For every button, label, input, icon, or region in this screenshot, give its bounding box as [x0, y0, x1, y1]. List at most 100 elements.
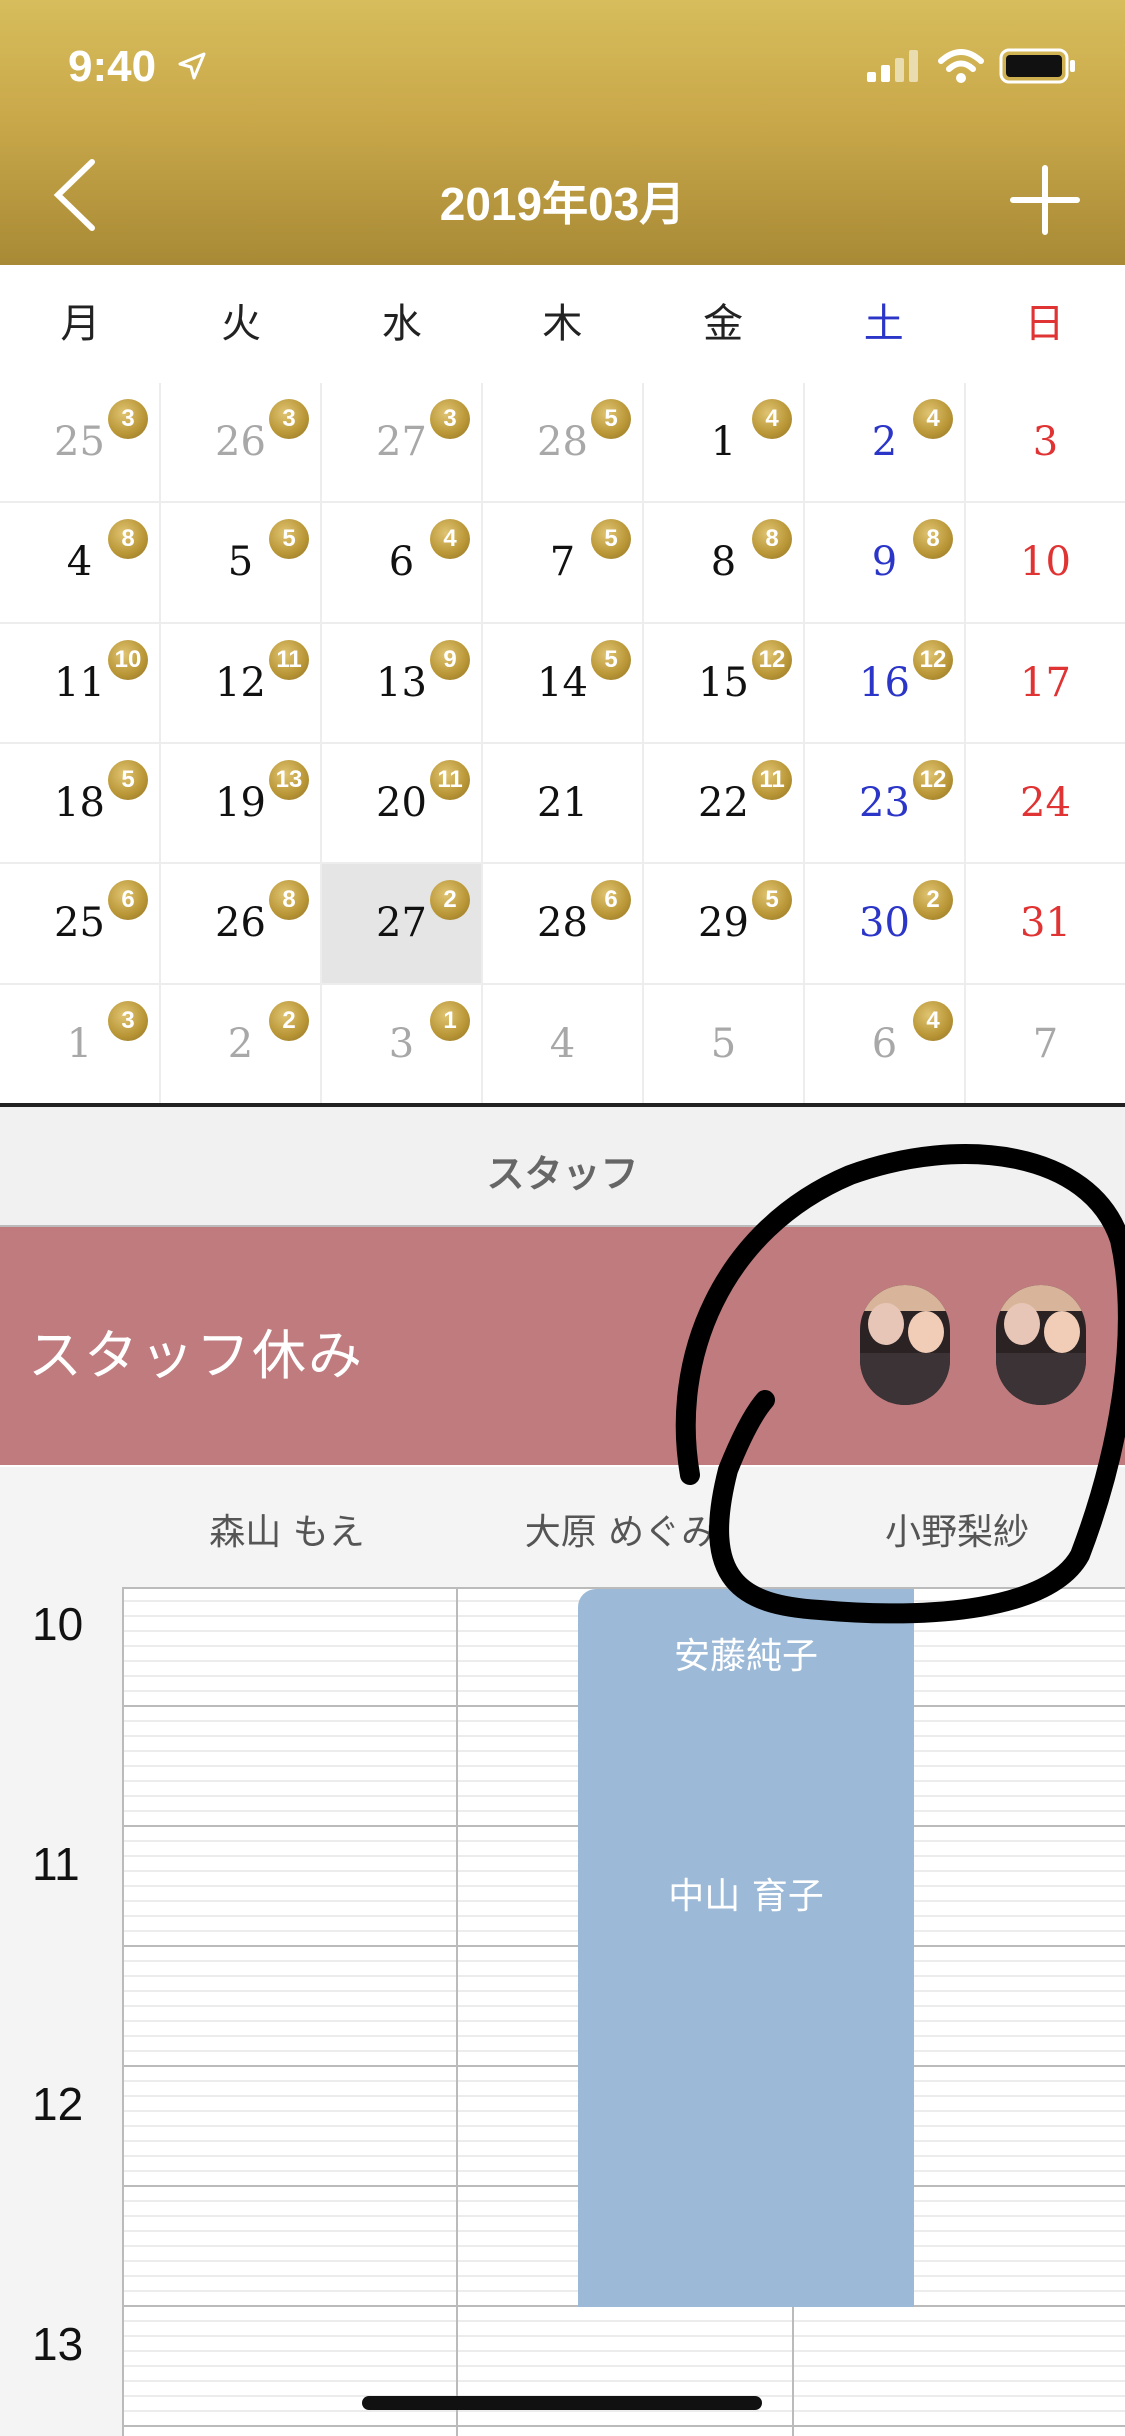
calendar-day-cell[interactable]: 24 — [966, 744, 1125, 863]
schedule-grid: 10 11 12 13 安藤純子 中山 育子 — [0, 1587, 1125, 2436]
calendar-day-cell[interactable]: 21 — [483, 744, 642, 863]
weekday-thu: 木 — [542, 301, 583, 347]
staff-avatar[interactable] — [860, 1285, 950, 1405]
calendar-day-cell[interactable]: 22 11 — [644, 744, 803, 863]
weekday-tue: 火 — [221, 301, 262, 347]
home-indicator[interactable] — [362, 2396, 762, 2410]
calendar-day-cell[interactable]: 27 2 — [322, 864, 481, 983]
hour-label: 13 — [32, 2318, 84, 2370]
schedule-area[interactable]: 安藤純子 中山 育子 — [122, 1587, 1125, 2436]
staff-name[interactable]: 大原 めぐみ — [456, 1503, 786, 1555]
add-button[interactable] — [1005, 160, 1085, 240]
calendar-day-cell[interactable]: 29 5 — [644, 864, 803, 983]
weekday-sun: 日 — [1024, 301, 1065, 347]
staff-header-label: スタッフ — [486, 1152, 639, 1196]
weekday-mon: 月 — [60, 301, 101, 347]
calendar-day-cell[interactable]: 10 — [966, 503, 1125, 622]
calendar-day-cell[interactable]: 13 9 — [322, 623, 481, 742]
calendar-day-cell[interactable]: 14 5 — [483, 623, 642, 742]
calendar-day-cell[interactable]: 28 6 — [483, 864, 642, 983]
calendar-day-cell[interactable]: 12 11 — [161, 623, 320, 742]
weekday-sat: 土 — [863, 301, 904, 347]
reservation-count-badge: 4 — [913, 1000, 953, 1041]
calendar-day-cell[interactable]: 30 2 — [805, 864, 964, 983]
wifi-icon — [938, 49, 984, 83]
day-number: 31 — [1020, 900, 1071, 947]
reservation-count-badge: 5 — [108, 760, 148, 800]
calendar-day-cell[interactable]: 4 — [483, 984, 642, 1103]
day-number: 4 — [549, 1020, 576, 1067]
reservation-count-badge: 13 — [269, 760, 309, 800]
battery-icon — [999, 48, 1075, 84]
reservation-count-badge: 3 — [108, 1000, 148, 1041]
calendar-day-cell[interactable]: 23 12 — [805, 744, 964, 863]
calendar-day-cell[interactable]: 19 13 — [161, 744, 320, 863]
slot-line — [124, 2425, 1125, 2427]
status-time: 9:40 — [68, 42, 157, 91]
staff-off-label: スタッフ休み — [28, 1324, 364, 1387]
hour-label: 11 — [32, 1838, 80, 1890]
calendar-day-cell[interactable]: 24 — [805, 383, 964, 502]
calendar-day-cell[interactable]: 28 5 — [483, 383, 642, 502]
calendar-day-cell[interactable]: 16 12 — [805, 623, 964, 742]
staff-header[interactable]: スタッフ — [0, 1107, 1125, 1227]
day-number: 5 — [710, 1020, 737, 1067]
appointment-block[interactable]: 安藤純子 中山 育子 — [578, 1589, 914, 2307]
day-number: 24 — [1020, 780, 1071, 826]
calendar-day-cell[interactable]: 3 — [966, 383, 1125, 502]
reservation-count-badge: 5 — [591, 639, 631, 680]
calendar-day-cell[interactable]: 7 — [966, 984, 1125, 1103]
reservation-count-badge: 10 — [108, 639, 148, 680]
staff-off-row[interactable]: スタッフ休み — [0, 1227, 1125, 1465]
appointment-name: 安藤純子 — [673, 1636, 818, 1677]
calendar-day-cell[interactable]: 20 11 — [322, 744, 481, 863]
staff-name[interactable]: 森山 もえ — [122, 1503, 452, 1555]
calendar-day-cell[interactable]: 31 — [322, 984, 481, 1103]
calendar-day-cell[interactable]: 55 — [161, 503, 320, 622]
reservation-count-badge: 4 — [752, 399, 792, 439]
day-number: 21 — [537, 780, 588, 826]
staff-name[interactable]: 小野梨紗 — [792, 1503, 1122, 1555]
reservation-count-badge: 9 — [430, 639, 470, 680]
status-icons — [867, 48, 1077, 84]
calendar-day-cell[interactable]: 13 — [0, 984, 159, 1103]
staff-avatar[interactable] — [996, 1285, 1086, 1405]
reservation-count-badge: 12 — [913, 760, 953, 800]
calendar-day-cell[interactable]: 25 6 — [0, 864, 159, 983]
calendar-day-cell[interactable]: 5 — [644, 984, 803, 1103]
calendar-day-cell[interactable]: 88 — [644, 503, 803, 622]
calendar-day-cell[interactable]: 64 — [805, 984, 964, 1103]
calendar-day-cell[interactable]: 15 12 — [644, 623, 803, 742]
reservation-count-badge: 11 — [752, 760, 792, 800]
calendar-day-cell[interactable]: 27 3 — [322, 383, 481, 502]
calendar-day-cell[interactable]: 17 — [966, 623, 1125, 742]
staff-names-row: 森山 もえ 大原 めぐみ 小野梨紗 — [0, 1467, 1125, 1587]
appointment-name: 中山 育子 — [668, 1876, 824, 1917]
calendar-day-cell[interactable]: 22 — [161, 984, 320, 1103]
calendar-day-cell[interactable]: 26 3 — [161, 383, 320, 502]
reservation-count-badge: 3 — [108, 399, 148, 439]
calendar-day-cell[interactable]: 31 — [966, 864, 1125, 983]
column-line — [456, 1587, 458, 2436]
month-title: 2019年03月 — [439, 178, 686, 230]
day-number: 7 — [1032, 1020, 1059, 1067]
weekday-header: 月 火 水 木 金 土 日 — [0, 265, 1125, 385]
calendar-day-cell[interactable]: 26 8 — [161, 864, 320, 983]
day-number: 17 — [1020, 659, 1071, 706]
calendar-day-cell[interactable]: 48 — [0, 503, 159, 622]
calendar-day-cell[interactable]: 64 — [322, 503, 481, 622]
calendar-day-cell[interactable]: 98 — [805, 503, 964, 622]
calendar-day-cell[interactable]: 14 — [644, 383, 803, 502]
calendar-day-cell[interactable]: 75 — [483, 503, 642, 622]
calendar-day-cell[interactable]: 11 10 — [0, 623, 159, 742]
weekday-wed: 水 — [381, 301, 422, 347]
reservation-count-badge: 12 — [752, 639, 792, 680]
day-number: 10 — [1020, 539, 1071, 586]
calendar-day-cell[interactable]: 25 3 — [0, 383, 159, 502]
reservation-count-badge: 1 — [430, 1000, 470, 1041]
hour-label: 10 — [32, 1598, 84, 1650]
calendar-day-cell[interactable]: 18 5 — [0, 744, 159, 863]
reservation-count-badge: 4 — [913, 399, 953, 439]
day-number: 3 — [1032, 419, 1059, 465]
location-arrow-icon — [178, 52, 206, 80]
